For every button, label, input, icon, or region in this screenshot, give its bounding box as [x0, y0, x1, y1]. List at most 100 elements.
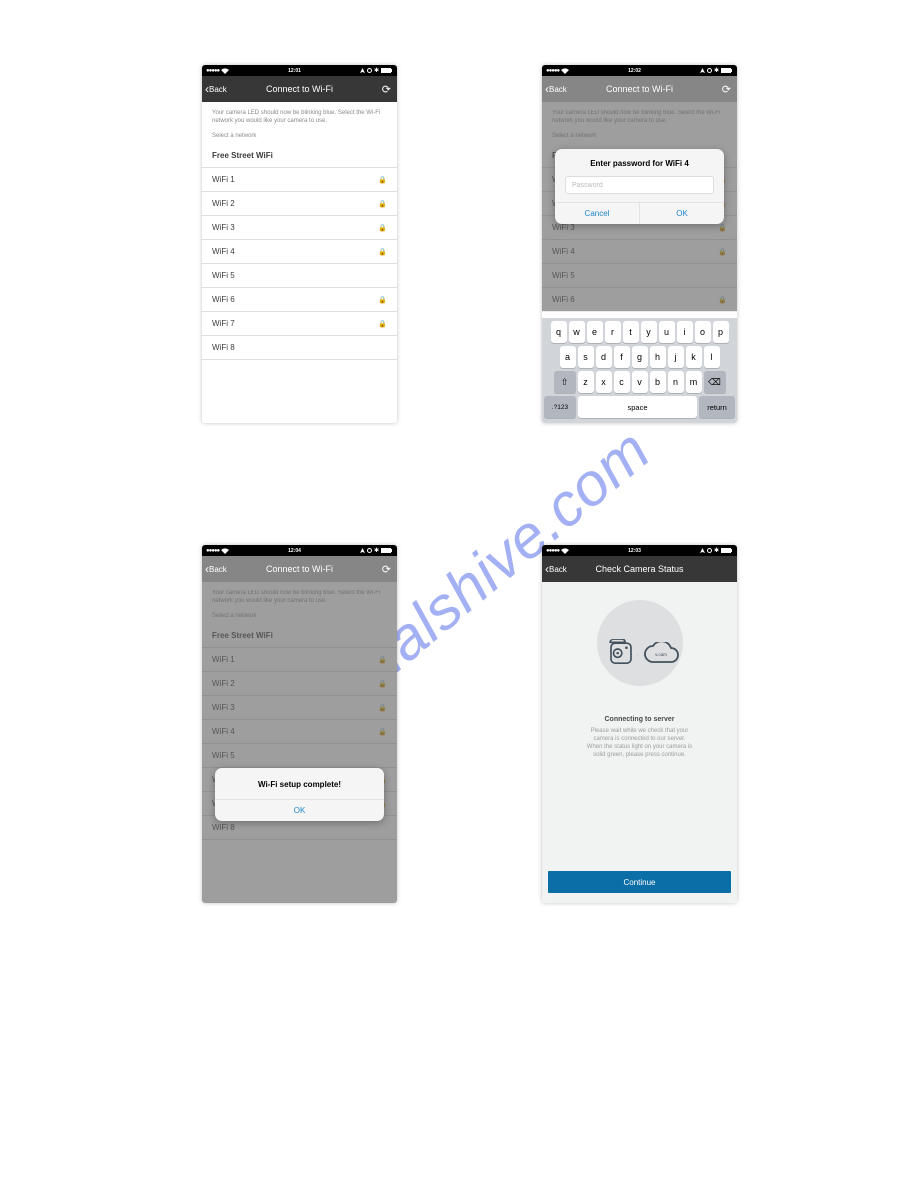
network-row[interactable]: WiFi 6🔒	[202, 288, 397, 312]
clock: 12:04	[288, 548, 301, 554]
network-row[interactable]: WiFi 5	[202, 264, 397, 288]
ok-button[interactable]: OK	[639, 203, 724, 224]
bluetooth-icon: ✱	[374, 547, 379, 554]
select-label: Select a network	[202, 131, 397, 144]
key-shift[interactable]: ⇧	[554, 371, 576, 393]
network-row[interactable]: WiFi 7🔒	[202, 312, 397, 336]
wifi-icon	[221, 68, 229, 74]
signal-icon: ●●●●●	[206, 548, 219, 554]
svg-text:v.cam: v.cam	[655, 652, 667, 657]
cancel-button[interactable]: Cancel	[555, 203, 639, 224]
network-row[interactable]: WiFi 4 🔒	[202, 240, 397, 264]
key-z[interactable]: z	[578, 371, 594, 393]
back-button[interactable]: ‹Back	[202, 83, 227, 95]
network-name: Free Street WiFi	[212, 151, 273, 160]
back-button[interactable]: ‹Back	[542, 563, 567, 575]
key-i[interactable]: i	[677, 321, 693, 343]
back-label: Back	[549, 85, 567, 94]
back-button[interactable]: ‹Back	[202, 563, 227, 575]
camera-status-body: · · v.cam Connecting to server Please wa…	[542, 582, 737, 903]
key-s[interactable]: s	[578, 346, 594, 368]
refresh-button[interactable]: ⟳	[382, 563, 391, 576]
location-icon	[360, 548, 365, 554]
network-row[interactable]: WiFi 1🔒	[202, 168, 397, 192]
key-c[interactable]: c	[614, 371, 630, 393]
network-list: Free Street WiFiWiFi 1🔒WiFi 2🔒WiFi 3🔒WiF…	[202, 144, 397, 360]
wifi-icon	[221, 548, 229, 554]
battery-icon	[381, 548, 393, 553]
network-row[interactable]: WiFi 3🔒	[202, 216, 397, 240]
key-q[interactable]: q	[551, 321, 567, 343]
key-b[interactable]: b	[650, 371, 666, 393]
screenshot-wifi-list: ●●●●● 12:01 ✱ ‹Back Connect to Wi-Fi ⟳ Y…	[202, 65, 397, 423]
nav-bar: ‹Back Connect to Wi-Fi ⟳	[202, 76, 397, 102]
lock-icon: 🔒	[378, 320, 387, 328]
network-name: WiFi 4	[212, 247, 235, 256]
keyboard: qwertyuiop asdfghjkl ⇧zxcvbnm⌫ .?123 spa…	[542, 318, 737, 423]
nav-bar: ‹Back Connect to Wi-Fi ⟳	[542, 76, 737, 102]
key-return[interactable]: return	[699, 396, 735, 418]
back-label: Back	[209, 85, 227, 94]
key-e[interactable]: e	[587, 321, 603, 343]
connecting-description: Please wait while we check that your cam…	[587, 727, 692, 759]
screenshot-camera-status: ●●●●● 12:03 ✱ ‹Back Check Camera Status …	[542, 545, 737, 903]
alarm-icon	[707, 548, 712, 553]
modal-overlay	[202, 582, 397, 903]
key-numbers[interactable]: .?123	[544, 396, 576, 418]
key-p[interactable]: p	[713, 321, 729, 343]
password-input[interactable]	[565, 176, 714, 194]
bluetooth-icon: ✱	[714, 547, 719, 554]
screenshot-wifi-complete: ●●●●● 12:04 ✱ ‹Back Connect to Wi-Fi ⟳ Y…	[202, 545, 397, 903]
network-row[interactable]: Free Street WiFi	[202, 144, 397, 168]
alarm-icon	[367, 548, 372, 553]
network-name: WiFi 3	[212, 223, 235, 232]
key-u[interactable]: u	[659, 321, 675, 343]
key-a[interactable]: a	[560, 346, 576, 368]
network-row[interactable]: WiFi 8	[202, 336, 397, 360]
lock-icon: 🔒	[378, 248, 387, 256]
status-bar: ●●●●● 12:04 ✱	[202, 545, 397, 556]
network-name: WiFi 2	[212, 199, 235, 208]
key-v[interactable]: v	[632, 371, 648, 393]
camera-graphic: · · v.cam	[595, 606, 685, 680]
key-g[interactable]: g	[632, 346, 648, 368]
location-icon	[700, 548, 705, 554]
back-button[interactable]: ‹Back	[542, 83, 567, 95]
key-l[interactable]: l	[704, 346, 720, 368]
key-t[interactable]: t	[623, 321, 639, 343]
key-delete[interactable]: ⌫	[704, 371, 726, 393]
key-n[interactable]: n	[668, 371, 684, 393]
key-w[interactable]: w	[569, 321, 585, 343]
clock: 12:01	[288, 68, 301, 74]
clock: 12:03	[628, 548, 641, 554]
key-d[interactable]: d	[596, 346, 612, 368]
key-k[interactable]: k	[686, 346, 702, 368]
refresh-button[interactable]: ⟳	[382, 83, 391, 96]
key-h[interactable]: h	[650, 346, 666, 368]
key-space[interactable]: space	[578, 396, 697, 418]
hint-text: Your camera LED should now be blinking b…	[202, 102, 397, 131]
page-title: Connect to Wi-Fi	[542, 84, 737, 94]
ok-button[interactable]: OK	[215, 800, 384, 821]
complete-alert: Wi-Fi setup complete! OK	[215, 768, 384, 821]
key-f[interactable]: f	[614, 346, 630, 368]
alarm-icon	[707, 68, 712, 73]
key-j[interactable]: j	[668, 346, 684, 368]
signal-icon: ●●●●●	[206, 68, 219, 74]
alert-title: Enter password for WiFi 4	[555, 149, 724, 172]
page-title: Connect to Wi-Fi	[202, 84, 397, 94]
refresh-button[interactable]: ⟳	[722, 83, 731, 96]
key-r[interactable]: r	[605, 321, 621, 343]
key-x[interactable]: x	[596, 371, 612, 393]
network-row[interactable]: WiFi 2🔒	[202, 192, 397, 216]
key-o[interactable]: o	[695, 321, 711, 343]
status-bar: ●●●●● 12:01 ✱	[202, 65, 397, 76]
network-name: WiFi 8	[212, 343, 235, 352]
status-bar: ●●●●● 12:02 ✱	[542, 65, 737, 76]
network-name: WiFi 1	[212, 175, 235, 184]
key-y[interactable]: y	[641, 321, 657, 343]
signal-icon: ●●●●●	[546, 68, 559, 74]
back-label: Back	[549, 565, 567, 574]
key-m[interactable]: m	[686, 371, 702, 393]
continue-button[interactable]: Continue	[548, 871, 731, 893]
